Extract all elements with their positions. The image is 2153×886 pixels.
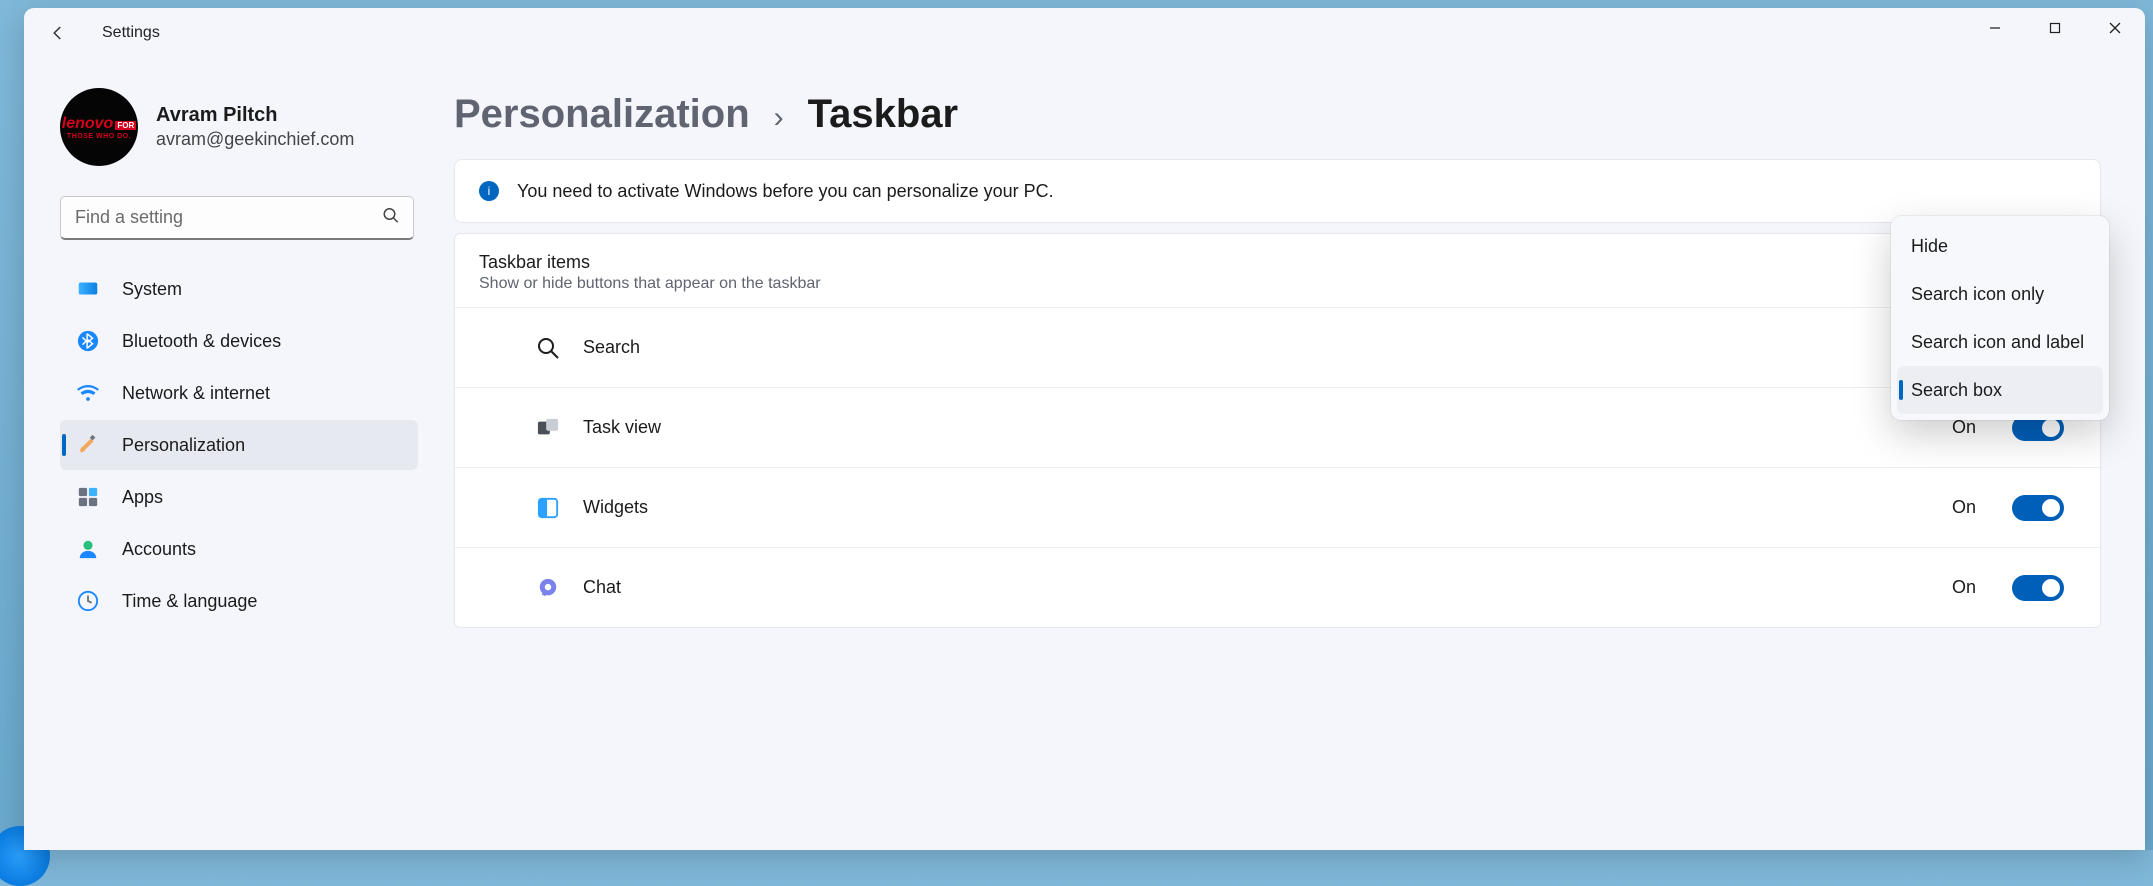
dropdown-option-hide[interactable]: Hide xyxy=(1897,222,2103,270)
back-button[interactable] xyxy=(38,13,78,53)
person-icon xyxy=(76,537,100,561)
search-mode-dropdown[interactable]: Hide Search icon only Search icon and la… xyxy=(1891,216,2109,420)
nav-label: Personalization xyxy=(122,435,245,456)
sidebar: lenovoFOR THOSE WHO DO. Avram Piltch avr… xyxy=(24,58,424,850)
nav-label: Network & internet xyxy=(122,383,270,404)
section-title: Taskbar items xyxy=(479,252,2076,273)
close-button[interactable] xyxy=(2085,8,2145,48)
nav-label: Accounts xyxy=(122,539,196,560)
minimize-button[interactable] xyxy=(1965,8,2025,48)
search-icon xyxy=(535,335,561,361)
nav-label: Bluetooth & devices xyxy=(122,331,281,352)
nav-bluetooth[interactable]: Bluetooth & devices xyxy=(60,316,418,366)
breadcrumb: Personalization › Taskbar xyxy=(454,92,2101,137)
dropdown-option-label: Search box xyxy=(1911,380,2002,401)
titlebar: Settings xyxy=(24,8,2145,58)
dropdown-option-label: Search icon and label xyxy=(1911,332,2084,353)
profile[interactable]: lenovoFOR THOSE WHO DO. Avram Piltch avr… xyxy=(60,88,418,166)
nav-label: Apps xyxy=(122,487,163,508)
toggle-chat[interactable] xyxy=(2012,575,2064,601)
dropdown-option-search-box[interactable]: Search box xyxy=(1897,366,2103,414)
apps-icon xyxy=(76,485,100,509)
toggle-state-label: On xyxy=(1952,497,1976,518)
display-icon xyxy=(76,277,100,301)
clock-globe-icon xyxy=(76,589,100,613)
toggle-state-label: On xyxy=(1952,417,1976,438)
find-setting-search[interactable] xyxy=(60,196,414,240)
search-input[interactable] xyxy=(60,196,414,240)
search-icon xyxy=(382,207,400,230)
chat-icon xyxy=(535,575,561,601)
dropdown-option-icon-and-label[interactable]: Search icon and label xyxy=(1897,318,2103,366)
nav-accounts[interactable]: Accounts xyxy=(60,524,418,574)
row-label: Widgets xyxy=(583,497,648,518)
dropdown-option-label: Search icon only xyxy=(1911,284,2044,305)
nav-label: System xyxy=(122,279,182,300)
taskbar-items-panel: Taskbar items Show or hide buttons that … xyxy=(454,233,2101,628)
nav-personalization[interactable]: Personalization xyxy=(60,420,418,470)
paintbrush-icon xyxy=(76,433,100,457)
row-task-view[interactable]: Task view On xyxy=(455,387,2100,467)
window-controls xyxy=(1965,8,2145,48)
row-search[interactable]: Search xyxy=(455,307,2100,387)
settings-window: Settings lenovoFOR THOSE WHO DO. Avram P… xyxy=(24,8,2145,850)
nav-system[interactable]: System xyxy=(60,264,418,314)
nav-network[interactable]: Network & internet xyxy=(60,368,418,418)
row-label: Task view xyxy=(583,417,661,438)
page-title: Taskbar xyxy=(808,92,958,137)
info-icon: i xyxy=(479,181,499,201)
main-content: Personalization › Taskbar i You need to … xyxy=(424,58,2145,850)
dropdown-option-label: Hide xyxy=(1911,236,1948,257)
profile-email: avram@geekinchief.com xyxy=(156,129,354,150)
row-label: Chat xyxy=(583,577,621,598)
profile-name: Avram Piltch xyxy=(156,104,354,127)
bluetooth-icon xyxy=(76,329,100,353)
row-chat[interactable]: Chat On xyxy=(455,547,2100,627)
wifi-icon xyxy=(76,381,100,405)
nav-time-language[interactable]: Time & language xyxy=(60,576,418,626)
toggle-widgets[interactable] xyxy=(2012,495,2064,521)
chevron-right-icon: › xyxy=(774,101,784,135)
widgets-icon xyxy=(535,495,561,521)
maximize-button[interactable] xyxy=(2025,8,2085,48)
row-widgets[interactable]: Widgets On xyxy=(455,467,2100,547)
row-label: Search xyxy=(583,337,640,358)
toggle-state-label: On xyxy=(1952,577,1976,598)
breadcrumb-parent[interactable]: Personalization xyxy=(454,92,750,137)
nav: System Bluetooth & devices Network & int… xyxy=(60,264,418,626)
app-title: Settings xyxy=(102,24,160,42)
banner-text: You need to activate Windows before you … xyxy=(517,181,1054,202)
section-subtitle: Show or hide buttons that appear on the … xyxy=(479,275,2076,293)
avatar: lenovoFOR THOSE WHO DO. xyxy=(60,88,138,166)
nav-apps[interactable]: Apps xyxy=(60,472,418,522)
nav-label: Time & language xyxy=(122,591,257,612)
activation-banner: i You need to activate Windows before yo… xyxy=(454,159,2101,223)
dropdown-option-icon-only[interactable]: Search icon only xyxy=(1897,270,2103,318)
task-view-icon xyxy=(535,415,561,441)
